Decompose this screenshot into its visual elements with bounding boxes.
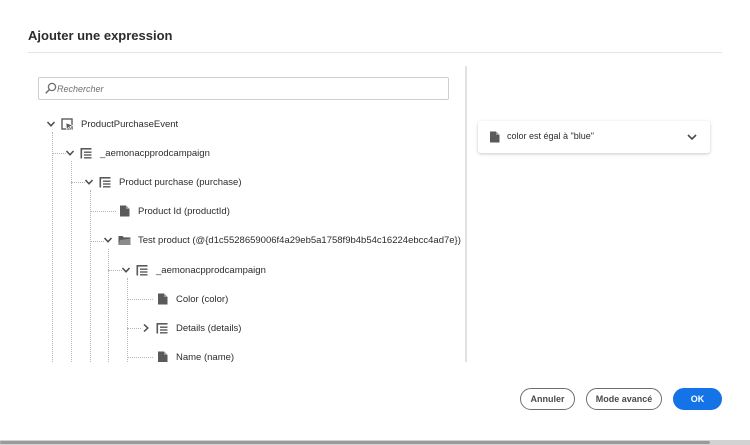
event-icon <box>60 117 74 131</box>
tree-node-label: ProductPurchaseEvent <box>81 118 179 130</box>
tree-node[interactable]: Name (name) <box>155 347 234 362</box>
chevron-down-icon[interactable] <box>83 176 95 188</box>
horizontal-scrollbar[interactable] <box>0 440 750 445</box>
tree-node[interactable]: Product Id (productId) <box>117 201 230 221</box>
chevron-down-icon[interactable] <box>45 118 57 130</box>
tree-node[interactable]: Product purchase (purchase) <box>83 172 242 192</box>
pane-divider[interactable] <box>465 66 467 362</box>
condition-card[interactable]: color est égal à "blue" <box>478 121 710 153</box>
object-icon <box>79 146 93 160</box>
field-icon <box>155 292 169 306</box>
chevron-down-icon[interactable] <box>686 131 698 143</box>
dialog-title: Ajouter une expression <box>28 28 173 43</box>
condition-text: color est égal à "blue" <box>507 131 594 141</box>
tree-node[interactable]: ProductPurchaseEvent <box>45 114 178 134</box>
tree-node[interactable]: _aemonacpprodcampaign <box>64 143 210 163</box>
tree-node-label: _aemonacpprodcampaign <box>156 264 266 276</box>
object-icon <box>155 321 169 335</box>
chevron-right-icon[interactable] <box>140 322 152 334</box>
chevron-down-icon[interactable] <box>102 234 114 246</box>
tree-node-label: Name (name) <box>176 351 235 363</box>
field-icon <box>117 204 131 218</box>
scrollbar-thumb[interactable] <box>0 441 710 444</box>
field-tree: ProductPurchaseEvent _aemonacpprodcampai… <box>28 66 462 362</box>
chevron-down-icon[interactable] <box>120 264 132 276</box>
cancel-button[interactable]: Annuler <box>520 388 575 410</box>
tree-node-label: Test product (@{d1c5528659006f4a29eb5a17… <box>138 234 461 246</box>
field-icon <box>155 350 169 362</box>
tree-node[interactable]: Color (color) <box>155 289 228 309</box>
advanced-mode-button[interactable]: Mode avancé <box>586 388 662 410</box>
add-expression-dialog: Ajouter une expression Rechercher Produc… <box>0 0 750 440</box>
ok-button[interactable]: OK <box>673 388 722 410</box>
folder-icon <box>117 233 131 247</box>
field-icon <box>490 131 500 143</box>
tree-node[interactable]: _aemonacpprodcampaign <box>120 260 266 280</box>
chevron-down-icon[interactable] <box>64 147 76 159</box>
tree-node-label: Color (color) <box>176 293 229 305</box>
tree-node-label: _aemonacpprodcampaign <box>100 147 210 159</box>
tree-node-label: Product purchase (purchase) <box>119 176 242 188</box>
tree-node[interactable]: Test product (@{d1c5528659006f4a29eb5a17… <box>102 230 461 250</box>
field-browser-pane: ProductPurchaseEvent _aemonacpprodca <box>28 66 462 362</box>
tree-node[interactable]: Details (details) <box>140 318 241 338</box>
tree-node-label: Product Id (productId) <box>138 205 230 217</box>
tree-node-label: Details (details) <box>176 322 242 334</box>
object-icon <box>135 263 149 277</box>
object-icon <box>98 175 112 189</box>
title-divider <box>28 52 722 53</box>
